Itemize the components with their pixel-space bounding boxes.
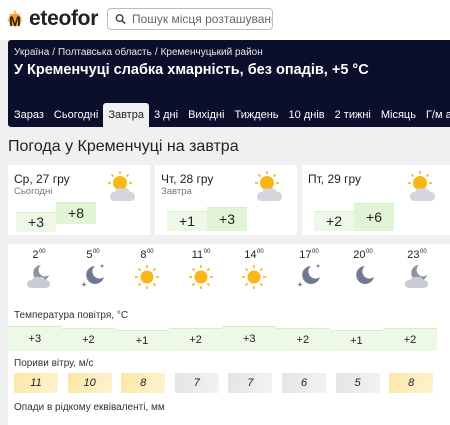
hour-wind-gust-cell: 7 — [174, 373, 219, 393]
tab-today[interactable]: Сьогодні — [49, 103, 103, 127]
tab-2-weeks[interactable]: 2 тижні — [330, 103, 376, 127]
tab-3-days[interactable]: 3 дні — [149, 103, 183, 127]
search-box[interactable] — [107, 8, 273, 30]
logo-sun-icon: M — [7, 10, 22, 29]
hour-time: 200 — [32, 249, 46, 261]
breadcrumb-separator: / — [154, 47, 158, 58]
hour-column: 2000 — [338, 249, 388, 290]
site-logo[interactable]: M eteofor — [6, 7, 98, 31]
hour-column: 200 — [14, 249, 64, 290]
day-card-thu[interactable]: Чт, 28 гру Завтра +1 +3 — [155, 165, 297, 235]
hour-time: 800 — [140, 249, 154, 261]
hour-wind-gust-cell: 6 — [282, 373, 326, 393]
hour-time: 1700 — [299, 249, 319, 261]
hour-wind-gust-cell: 8 — [389, 373, 434, 393]
min-temp: +1 — [167, 211, 207, 231]
day-name: Пт, 29 гру — [308, 172, 362, 186]
tab-week[interactable]: Тиждень — [229, 103, 283, 127]
hour-time: 2300 — [407, 249, 427, 261]
current-weather-headline: У Кременчуці слабка хмарність, без опаді… — [14, 62, 369, 78]
logo-text: eteofor — [29, 7, 99, 30]
day-subtitle: Завтра — [161, 186, 192, 197]
forecast-tabs: Зараз Сьогодні Завтра 3 дні Вихідні Тижд… — [8, 103, 450, 127]
hour-temperature-cell: +2 — [168, 328, 223, 351]
moon-icon — [356, 266, 374, 284]
partly-cloudy-icon — [255, 171, 282, 201]
tab-10-days[interactable]: 10 днів — [284, 103, 330, 127]
tab-weekend[interactable]: Вихідні — [183, 103, 229, 127]
partly-cloudy-icon — [408, 171, 435, 201]
day-name: Чт, 28 гру — [161, 172, 214, 186]
precipitation-label: Опади в рідкому еквіваленті, мм — [14, 402, 165, 413]
hour-wind-gust-cell: 8 — [121, 373, 166, 393]
hour-temperature-cell: +2 — [61, 328, 116, 351]
hour-temperature-cell: +2 — [276, 328, 330, 351]
breadcrumb-separator: / — [52, 47, 56, 58]
day-subtitle: Сьогодні — [14, 186, 53, 197]
sun-icon — [135, 265, 159, 289]
moon-cloud-icon — [405, 265, 428, 288]
breadcrumb-item-district[interactable]: Кременчуцький район — [161, 47, 263, 58]
moon-stars-icon — [297, 264, 321, 287]
max-temp: +8 — [56, 202, 96, 224]
tab-geomagnetic[interactable]: Г/м активні — [421, 103, 450, 127]
hour-time: 2000 — [353, 249, 373, 261]
moon-stars-icon — [81, 264, 105, 287]
hour-wind-gust-cell: 10 — [67, 373, 112, 393]
tab-month[interactable]: Місяць — [376, 103, 421, 127]
hour-temperature-cell: +2 — [383, 328, 437, 351]
breadcrumb-item-country[interactable]: Україна — [14, 47, 49, 58]
hour-time: 1400 — [244, 249, 264, 261]
search-icon — [115, 14, 126, 25]
hour-column: 500 — [68, 249, 118, 290]
breadcrumb: Україна / Полтавська область / Кременчуцький… — [14, 47, 263, 58]
day-name: Ср, 27 гру — [14, 172, 70, 186]
wind-gusts-label: Пориви вітру, м/с — [14, 358, 94, 369]
hour-column: 1100 — [176, 249, 226, 290]
hour-temperature-cell: +3 — [222, 326, 276, 351]
hour-columns: 200 500 800 1100 1400 1700 2000 2300 — [8, 249, 450, 297]
temperature-label: Температура повітря, °C — [14, 310, 129, 321]
min-temp: +3 — [16, 212, 56, 232]
location-banner: Україна / Полтавська область / Кременчуцький… — [8, 40, 450, 127]
hour-wind-gust-cell: 5 — [335, 373, 380, 393]
logo-letter: M — [9, 13, 21, 29]
hour-temperature-cell: +3 — [8, 326, 62, 351]
hour-temperature-cell: +1 — [115, 330, 169, 351]
day-cards: Ср, 27 гру Сьогодні +3 +8 Чт, 28 гру Зав… — [8, 165, 450, 240]
breadcrumb-item-region[interactable]: Полтавська область — [58, 47, 152, 58]
tab-now[interactable]: Зараз — [8, 103, 49, 127]
hour-column: 1400 — [229, 249, 279, 290]
hour-temperature-cell: +1 — [329, 330, 384, 351]
hour-column: 800 — [122, 249, 172, 290]
max-temp: +6 — [354, 203, 394, 231]
search-input[interactable] — [132, 12, 272, 26]
hour-wind-gust-cell: 11 — [14, 373, 58, 393]
partly-cloudy-icon — [108, 171, 135, 201]
hour-time: 500 — [86, 249, 100, 261]
day-card-fri[interactable]: Пт, 29 гру +2 +6 — [302, 165, 450, 235]
hour-time: 1100 — [191, 249, 211, 261]
hour-column: 2300 — [392, 249, 442, 290]
hour-column: 1700 — [284, 249, 334, 290]
max-temp: +3 — [207, 207, 247, 231]
top-bar: M eteofor — [0, 0, 450, 40]
page-title: Погода у Кременчуці на завтра — [8, 138, 239, 155]
hour-wind-gust-cell: 7 — [228, 373, 273, 393]
min-temp: +2 — [314, 211, 354, 231]
day-card-wed[interactable]: Ср, 27 гру Сьогодні +3 +8 — [8, 165, 150, 235]
tab-tomorrow[interactable]: Завтра — [103, 103, 149, 127]
moon-cloud-icon — [27, 265, 50, 288]
sun-icon — [242, 265, 266, 289]
sun-icon — [189, 265, 213, 289]
